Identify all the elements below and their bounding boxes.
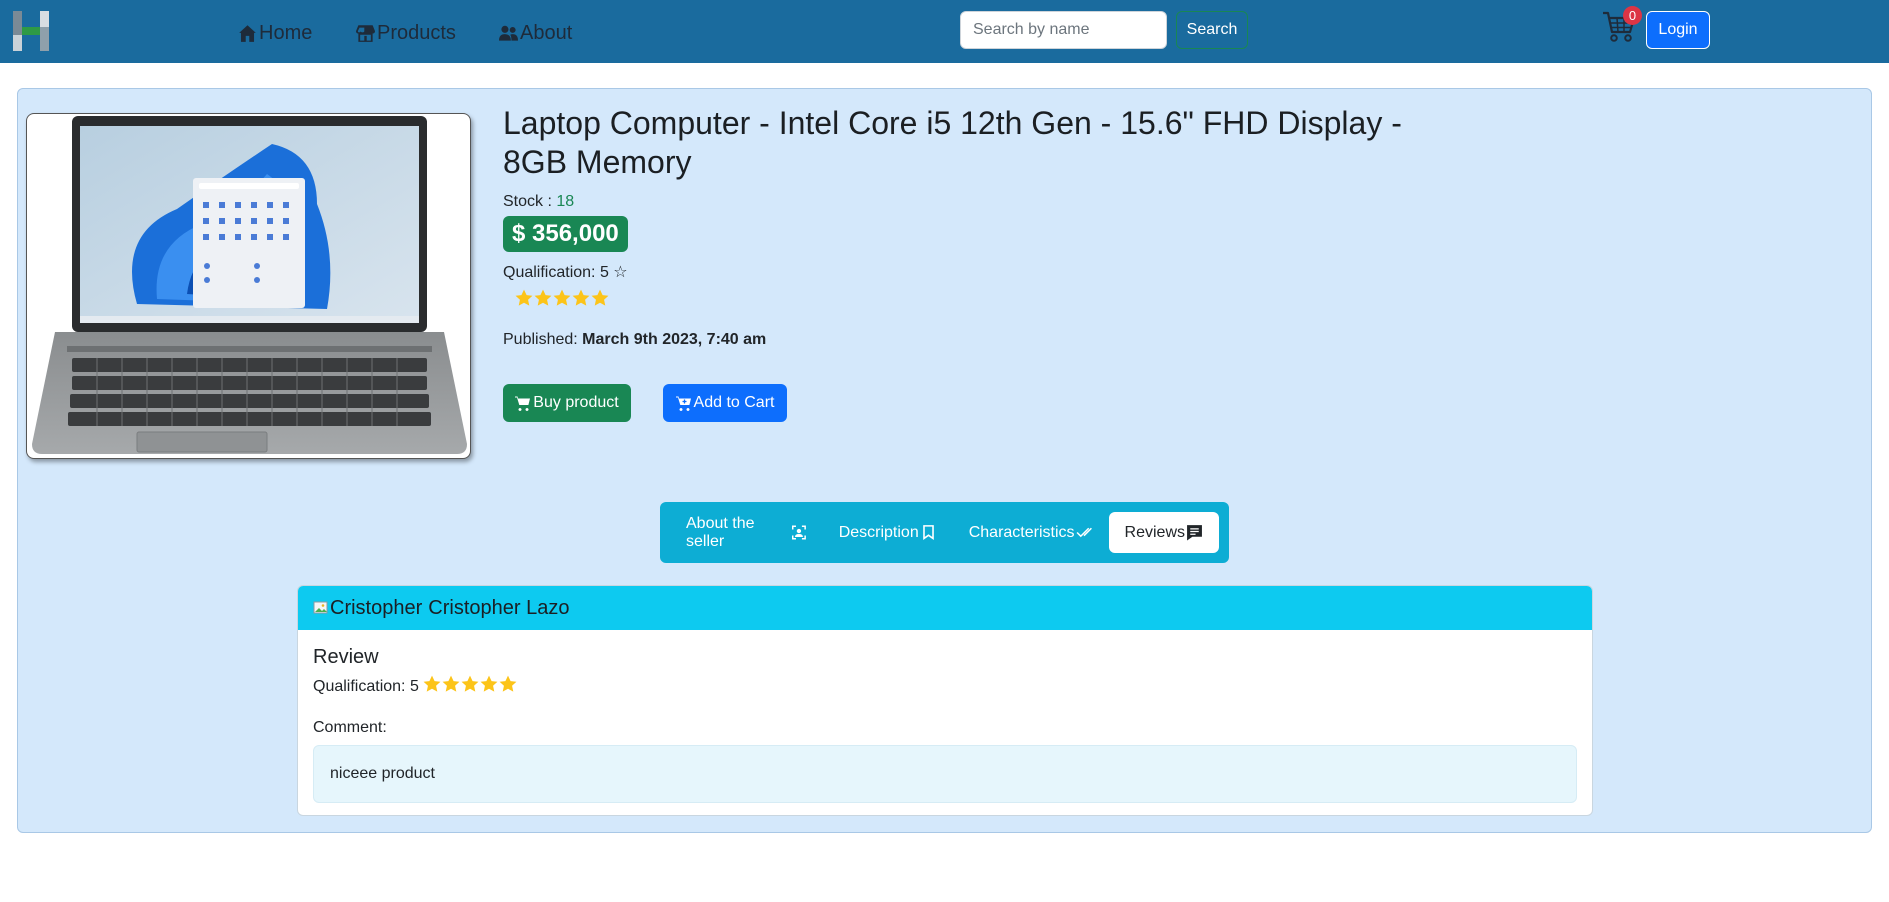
tab-reviews-label: Reviews (1124, 523, 1185, 541)
people-icon (499, 25, 518, 41)
star-icon (515, 289, 533, 312)
nav-home-label: Home (259, 21, 313, 44)
product-image (26, 113, 471, 459)
star-icon (572, 289, 590, 312)
search-input[interactable] (960, 11, 1167, 49)
review-card: Cristopher Cristopher Lazo Review Qualif… (297, 585, 1593, 816)
cart-count-badge: 0 (1623, 6, 1642, 25)
star-icon (442, 675, 460, 698)
nav-products[interactable]: Products (356, 20, 456, 46)
product-title: Laptop Computer - Intel Core i5 12th Gen… (503, 105, 1402, 180)
tab-about-seller-label: About the seller (686, 514, 755, 550)
star-icon (480, 675, 498, 698)
published-date: March 9th 2023, 7:40 am (582, 331, 767, 348)
person-badge-icon (791, 525, 806, 540)
nav-home[interactable]: Home (238, 20, 312, 46)
stock-value: 18 (556, 193, 575, 210)
nav-products-label: Products (377, 21, 456, 44)
bookmark-icon (922, 525, 934, 540)
tab-description-label: Description (838, 523, 919, 541)
reviewer-name: Cristopher Lazo (428, 596, 570, 619)
star-icon (499, 675, 517, 698)
cart-plus-icon (675, 396, 691, 411)
add-to-cart-button[interactable]: Add to Cart (663, 384, 787, 422)
comment-box: niceee product (313, 745, 1577, 803)
comment-text: niceee product (330, 765, 435, 782)
tab-about-seller[interactable]: About the seller (670, 512, 823, 553)
reviewer-avatar-alt: Cristopher (330, 596, 423, 619)
tab-characteristics-label: Characteristics (968, 523, 1075, 541)
shop-icon (356, 24, 375, 42)
chat-square-text-icon (1187, 525, 1202, 541)
buy-product-label: Buy product (533, 394, 619, 411)
house-icon (239, 24, 256, 42)
qualification-text: Qualification: 5 ☆ (503, 264, 628, 281)
login-button[interactable]: Login (1646, 11, 1710, 49)
brand-logo[interactable] (13, 11, 49, 51)
search-button[interactable]: Search (1176, 11, 1248, 49)
cart-icon (515, 396, 531, 411)
stock-label: Stock : (503, 193, 557, 210)
tab-characteristics[interactable]: Characteristics (953, 512, 1109, 553)
review-header: Cristopher Cristopher Lazo (298, 586, 1592, 630)
price-badge: $ 356,000 (503, 216, 628, 252)
nav-about[interactable]: About (499, 20, 572, 46)
product-rating-stars (515, 289, 609, 312)
review-qualification-label: Qualification: 5 (313, 677, 419, 695)
review-qualification: Qualification: 5 (313, 675, 1577, 698)
star-icon (591, 289, 609, 312)
check-all-icon (1076, 527, 1092, 538)
star-icon (553, 289, 571, 312)
star-icon (461, 675, 479, 698)
published-label: Published: (503, 331, 583, 348)
add-to-cart-label: Add to Cart (693, 394, 775, 411)
buy-product-button[interactable]: Buy product (503, 384, 631, 422)
comment-label: Comment: (313, 719, 387, 736)
tab-description[interactable]: Description (823, 512, 953, 553)
nav-about-label: About (520, 21, 573, 44)
navbar: Home Products About Search 0 Login (0, 0, 1889, 63)
published-info: Published: March 9th 2023, 7:40 am (503, 331, 766, 349)
review-title: Review (313, 646, 379, 668)
stock-info: Stock : 18 (503, 193, 574, 211)
star-icon (534, 289, 552, 312)
tab-reviews[interactable]: Reviews (1108, 512, 1219, 553)
laptop-image (32, 116, 467, 454)
broken-image-icon (313, 601, 328, 614)
reviewer-avatar: Cristopher (313, 597, 422, 620)
product-tabs: About the seller Description Characteris… (660, 502, 1229, 563)
review-body: Review Qualification: 5 Comment: niceee … (298, 630, 1592, 815)
review-rating-stars (423, 675, 517, 698)
star-icon (423, 675, 441, 698)
